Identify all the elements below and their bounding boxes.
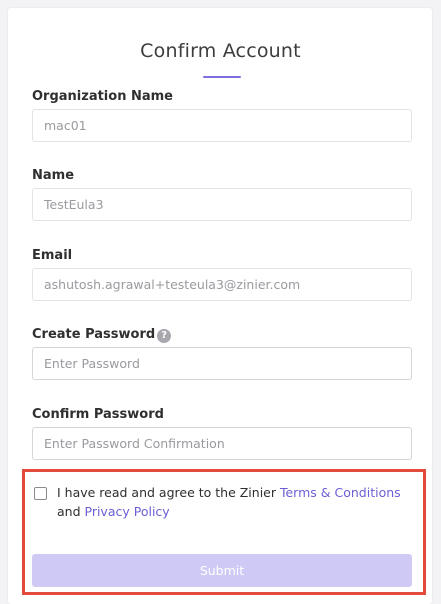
terms-link[interactable]: Terms & Conditions — [280, 485, 401, 500]
title-underline — [203, 76, 241, 78]
help-icon[interactable]: ? — [157, 329, 172, 343]
agreement-text-mid: and — [57, 504, 85, 519]
organization-name-label: Organization Name — [32, 89, 173, 104]
email-label: Email — [32, 248, 73, 263]
agreement-text-before: I have read and agree to the Zinier — [57, 485, 280, 500]
email-field: ashutosh.agrawal+testeula3@zinier.com — [32, 268, 412, 301]
create-password-input[interactable]: Enter Password — [32, 347, 412, 380]
agreement-text: I have read and agree to the Zinier Term… — [57, 483, 417, 521]
organization-name-field: mac01 — [32, 109, 412, 142]
confirm-password-label: Confirm Password — [32, 407, 164, 422]
page-title: Confirm Account — [140, 40, 301, 62]
confirm-password-input[interactable]: Enter Password Confirmation — [32, 427, 412, 460]
create-password-label: Create Password? — [32, 327, 172, 343]
privacy-policy-link[interactable]: Privacy Policy — [85, 504, 170, 519]
name-field: TestEula3 — [32, 188, 412, 221]
submit-button[interactable]: Submit — [32, 554, 412, 587]
name-label: Name — [32, 168, 75, 183]
agree-checkbox[interactable] — [34, 487, 47, 500]
create-password-label-text: Create Password — [32, 327, 156, 342]
